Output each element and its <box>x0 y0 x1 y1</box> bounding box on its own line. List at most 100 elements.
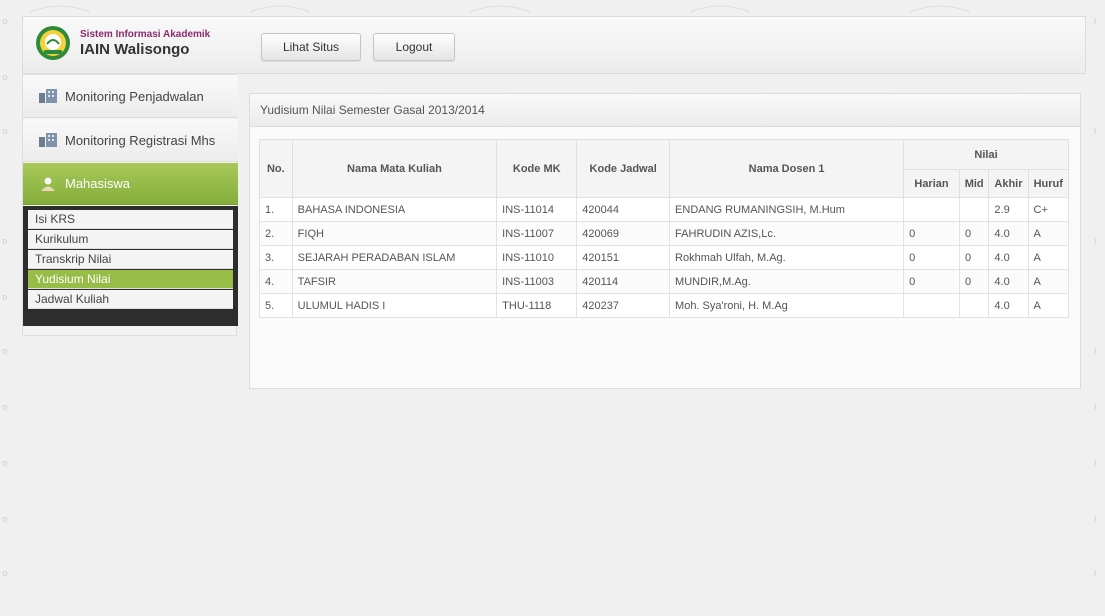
cell-mid: 0 <box>958 269 990 294</box>
cell-harian: 0 <box>903 245 960 270</box>
cell-mata-kuliah: ULUMUL HADIS I <box>291 293 498 318</box>
cell-huruf: A <box>1027 293 1070 318</box>
svg-text:): ) <box>1093 347 1097 357</box>
user-icon <box>41 177 55 191</box>
svg-text:): ) <box>1093 515 1097 525</box>
view-site-button[interactable]: Lihat Situs <box>261 33 361 61</box>
cell-akhir: 4.0 <box>988 221 1029 246</box>
svg-text:o: o <box>2 515 8 525</box>
cell-dosen: Moh. Sya'roni, H. M.Ag <box>669 293 905 318</box>
cell-huruf: C+ <box>1027 197 1070 222</box>
col-header-harian: Harian <box>903 169 960 198</box>
svg-text:o: o <box>2 237 8 247</box>
cell-harian: 0 <box>903 221 960 246</box>
svg-text:): ) <box>1093 237 1097 247</box>
cell-mid <box>958 197 990 222</box>
cell-no: 1. <box>259 197 293 222</box>
col-header-huruf: Huruf <box>1027 169 1070 198</box>
svg-text:): ) <box>1093 403 1097 413</box>
col-header-akhir: Akhir <box>988 169 1029 198</box>
col-header-mid: Mid <box>958 169 990 198</box>
submenu-item-kurikulum[interactable]: Kurikulum <box>28 230 233 249</box>
cell-huruf: A <box>1027 221 1070 246</box>
table-row: 4. TAFSIR INS-11003 420114 MUNDIR,M.Ag. … <box>259 269 1070 294</box>
cell-harian: 0 <box>903 269 960 294</box>
table-row: 1. BAHASA INDONESIA INS-11014 420044 END… <box>259 197 1070 222</box>
cell-kode-mk: INS-11007 <box>496 221 578 246</box>
iain-emblem-icon <box>36 26 70 60</box>
grades-table: No. Nama Mata Kuliah Kode MK Kode Jadwal… <box>259 139 1070 318</box>
submenu-item-isi-krs[interactable]: Isi KRS <box>28 210 233 229</box>
cell-mid: 0 <box>958 221 990 246</box>
cell-mid: 0 <box>958 245 990 270</box>
sidebar-item-label: Monitoring Penjadwalan <box>65 88 204 104</box>
sidebar-item-label: Monitoring Registrasi Mhs <box>65 132 216 148</box>
table-row: 5. ULUMUL HADIS I THU-1118 420237 Moh. S… <box>259 293 1070 318</box>
cell-kode-jadwal: 420151 <box>576 245 671 270</box>
submenu-item-yudisium-nilai[interactable]: Yudisium Nilai <box>28 270 233 289</box>
svg-text:o: o <box>2 569 8 579</box>
cell-akhir: 4.0 <box>988 269 1029 294</box>
col-header-nilai: Nilai <box>903 139 1069 170</box>
logout-button[interactable]: Logout <box>373 33 455 61</box>
svg-text:): ) <box>1093 127 1097 137</box>
sidebar-item-monitoring-registrasi[interactable]: Monitoring Registrasi Mhs <box>23 119 238 162</box>
cell-huruf: A <box>1027 269 1070 294</box>
cell-harian <box>903 293 960 318</box>
cell-harian <box>903 197 960 222</box>
cell-akhir: 4.0 <box>988 245 1029 270</box>
col-header-dosen: Nama Dosen 1 <box>669 139 905 198</box>
cell-kode-jadwal: 420069 <box>576 221 671 246</box>
cell-mata-kuliah: SEJARAH PERADABAN ISLAM <box>291 245 498 270</box>
svg-text:o: o <box>2 293 8 303</box>
svg-text:o: o <box>2 403 8 413</box>
cell-mid <box>958 293 990 318</box>
col-header-no: No. <box>259 139 293 198</box>
table-row: 2. FIQH INS-11007 420069 FAHRUDIN AZIS,L… <box>259 221 1070 246</box>
cell-huruf: A <box>1027 245 1070 270</box>
col-header-kode-jadwal: Kode Jadwal <box>576 139 671 198</box>
grades-panel: No. Nama Mata Kuliah Kode MK Kode Jadwal… <box>249 127 1081 389</box>
cell-akhir: 4.0 <box>988 293 1029 318</box>
cell-no: 2. <box>259 221 293 246</box>
col-header-kode-mk: Kode MK <box>496 139 578 198</box>
cell-kode-mk: INS-11003 <box>496 269 578 294</box>
cell-mata-kuliah: BAHASA INDONESIA <box>291 197 498 222</box>
logo-title: IAIN Walisongo <box>80 41 190 58</box>
cell-kode-jadwal: 420044 <box>576 197 671 222</box>
sidebar-item-monitoring-penjadwalan[interactable]: Monitoring Penjadwalan <box>23 75 238 118</box>
cell-dosen: FAHRUDIN AZIS,Lc. <box>669 221 905 246</box>
cell-no: 5. <box>259 293 293 318</box>
logo-subtitle: Sistem Informasi Akademik <box>80 29 211 40</box>
svg-text:o: o <box>2 347 8 357</box>
svg-text:o: o <box>2 127 8 137</box>
panel-title: Yudisium Nilai Semester Gasal 2013/2014 <box>249 93 1081 127</box>
cell-kode-jadwal: 420114 <box>576 269 671 294</box>
submenu-item-jadwal-kuliah[interactable]: Jadwal Kuliah <box>28 290 233 309</box>
cell-kode-mk: THU-1118 <box>496 293 578 318</box>
submenu-item-transkrip-nilai[interactable]: Transkrip Nilai <box>28 250 233 269</box>
cell-no: 4. <box>259 269 293 294</box>
top-header: Sistem Informasi Akademik IAIN Walisongo… <box>22 16 1086 74</box>
building-icon <box>39 133 57 147</box>
sidebar-item-mahasiswa[interactable]: Mahasiswa <box>23 163 238 205</box>
sidebar: Monitoring Penjadwalan Monitoring Regist… <box>22 74 238 336</box>
mahasiswa-submenu: Isi KRS Kurikulum Transkrip Nilai Yudisi… <box>23 206 238 326</box>
sidebar-item-label: Mahasiswa <box>65 176 131 191</box>
svg-text:): ) <box>1093 17 1097 27</box>
cell-mata-kuliah: FIQH <box>291 221 498 246</box>
cell-dosen: ENDANG RUMANINGSIH, M.Hum <box>669 197 905 222</box>
cell-kode-mk: INS-11010 <box>496 245 578 270</box>
cell-mata-kuliah: TAFSIR <box>291 269 498 294</box>
cell-akhir: 2.9 <box>988 197 1029 222</box>
svg-text:o: o <box>2 17 8 27</box>
table-row: 3. SEJARAH PERADABAN ISLAM INS-11010 420… <box>259 245 1070 270</box>
cell-kode-mk: INS-11014 <box>496 197 578 222</box>
cell-dosen: Rokhmah Ulfah, M.Ag. <box>669 245 905 270</box>
cell-dosen: MUNDIR,M.Ag. <box>669 269 905 294</box>
svg-text:o: o <box>2 459 8 469</box>
site-logo[interactable]: Sistem Informasi Akademik IAIN Walisongo <box>35 23 245 69</box>
svg-text:): ) <box>1093 459 1097 469</box>
col-header-mata-kuliah: Nama Mata Kuliah <box>291 139 498 198</box>
cell-no: 3. <box>259 245 293 270</box>
